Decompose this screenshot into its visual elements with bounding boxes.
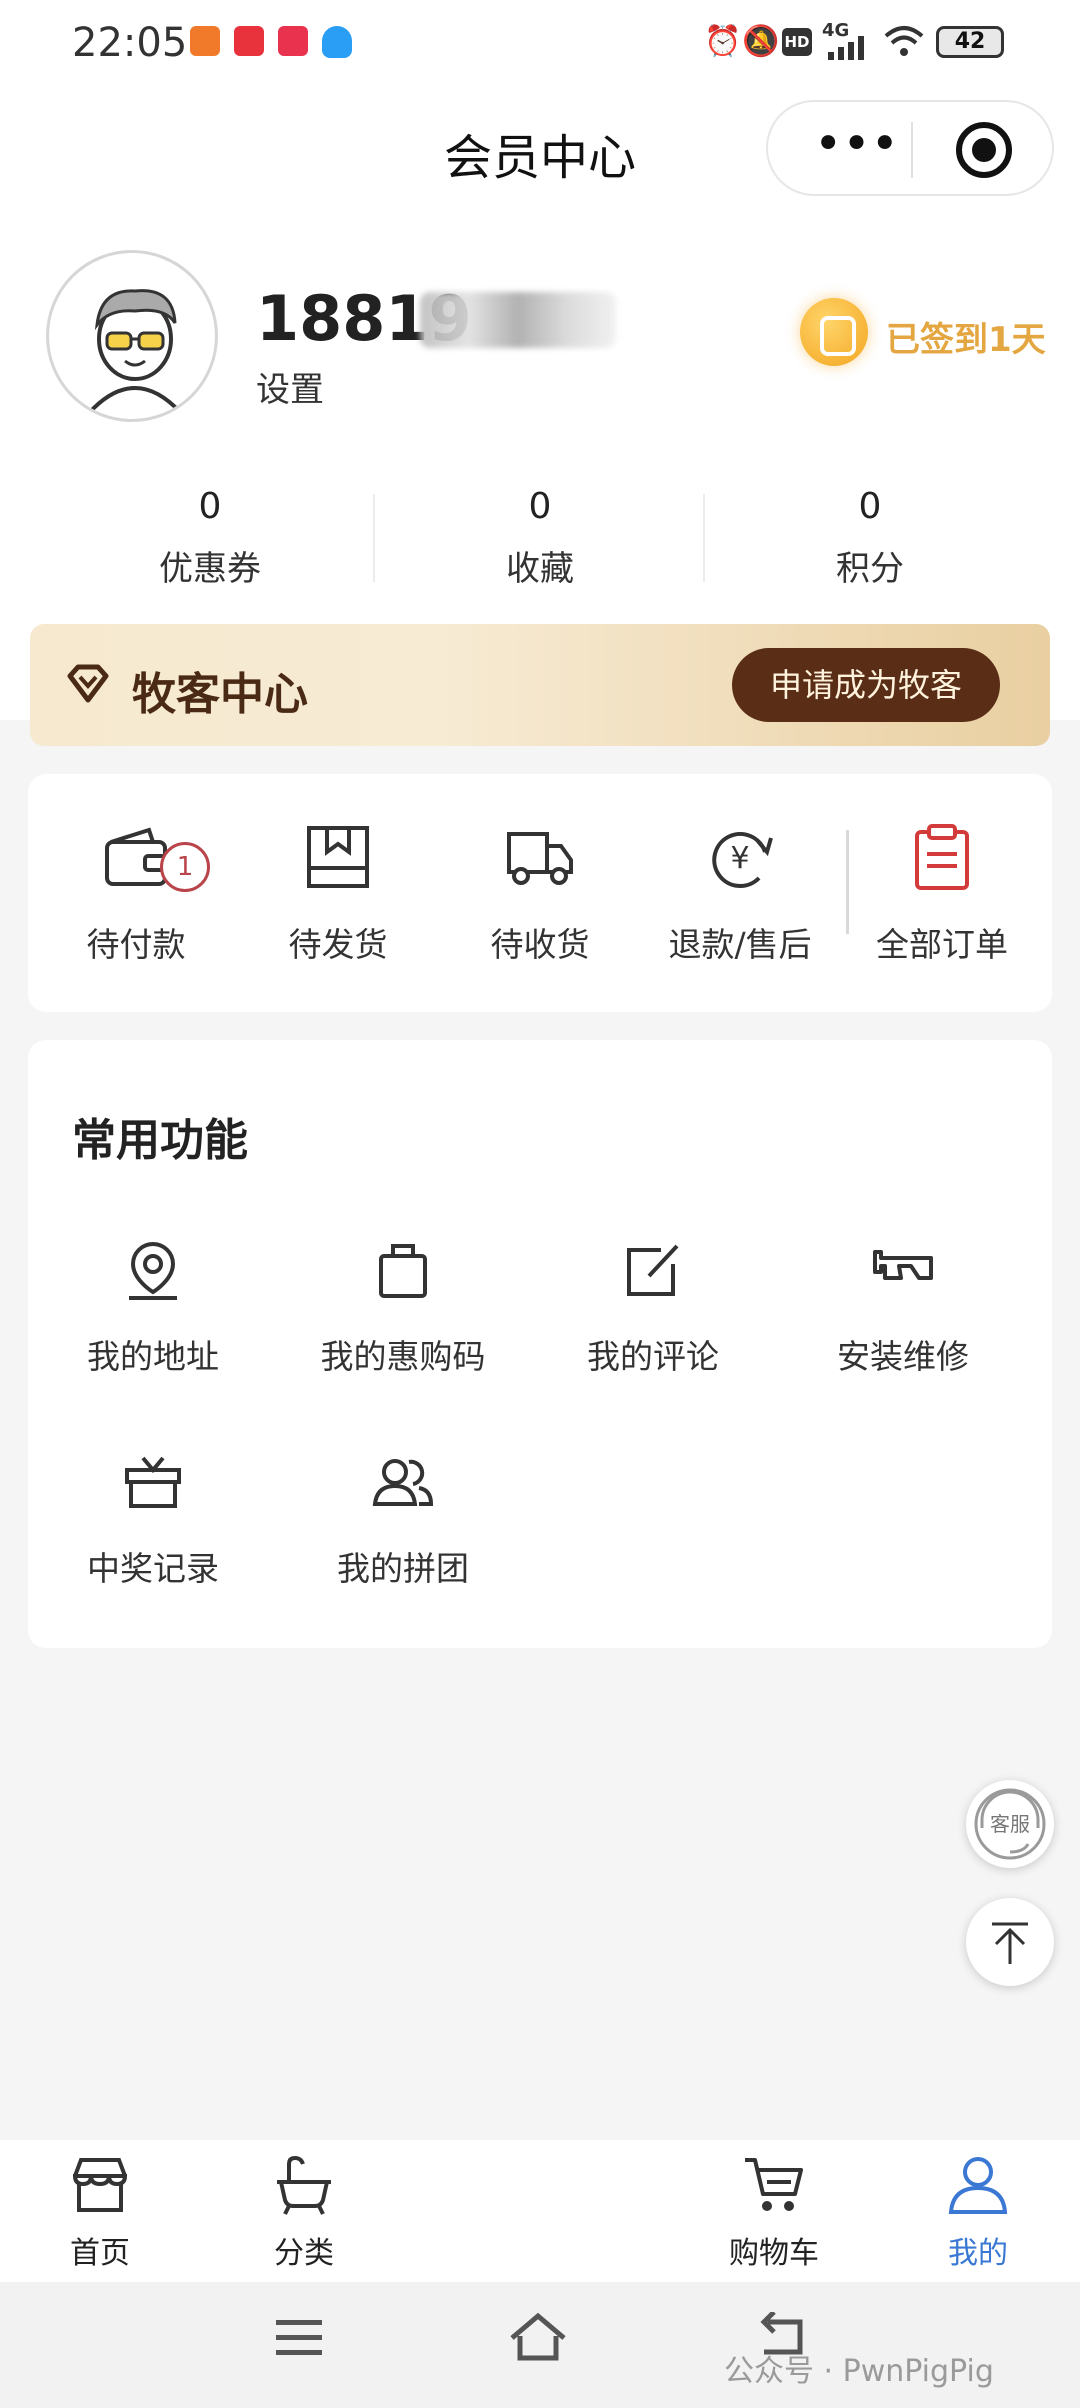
order-all[interactable]: 全部订单 [842, 822, 1042, 966]
phone-mask [420, 292, 616, 348]
functions-card: 常用功能 我的地址 我的惠购码 我的评论 安装维修 中奖记录 我的拼团 [28, 1040, 1052, 1648]
back-to-top-icon [992, 1922, 1028, 1964]
order-label: 全部订单 [876, 925, 1008, 964]
order-pending-payment[interactable]: 待付款 1 [36, 822, 236, 966]
tab-category[interactable]: 分类 [224, 2154, 384, 2272]
unread-badge: 1 [160, 842, 210, 892]
stat-value: 0 [858, 486, 882, 527]
stat-label: 收藏 [506, 549, 574, 589]
func-prize-records[interactable]: 中奖记录 [28, 1450, 278, 1590]
battery-indicator: 42 [936, 26, 1004, 58]
avatar-illustration-icon [87, 289, 183, 415]
home-icon[interactable] [508, 2312, 568, 2362]
func-my-reviews[interactable]: 我的评论 [528, 1238, 778, 1378]
order-label: 待发货 [288, 925, 388, 964]
menu-icon[interactable] [274, 2316, 324, 2360]
app-notification-icon [234, 26, 264, 56]
signal-icon [828, 36, 864, 60]
func-label: 我的地址 [87, 1337, 219, 1376]
func-label: 我的拼团 [337, 1549, 469, 1588]
status-time: 22:05 [72, 20, 188, 66]
capsule-divider [911, 122, 913, 178]
app-notification-icon [278, 26, 308, 56]
cart-icon [745, 2158, 803, 2211]
miniprogram-capsule: ••• [766, 100, 1054, 196]
tab-cart[interactable]: 购物车 [694, 2154, 854, 2272]
shopping-bag-icon [379, 1244, 427, 1298]
clipboard-icon [915, 824, 969, 890]
func-my-code[interactable]: 我的惠购码 [278, 1238, 528, 1378]
avatar[interactable] [46, 250, 218, 422]
settings-link[interactable]: 设置 [256, 362, 324, 411]
group-icon [372, 1459, 434, 1506]
checkin-status[interactable]: 已签到1天 [886, 312, 1046, 361]
diamond-icon [67, 664, 109, 703]
tool-icon [873, 1250, 933, 1280]
func-my-address[interactable]: 我的地址 [28, 1238, 278, 1378]
order-label: 待付款 [86, 925, 186, 964]
location-icon [129, 1241, 177, 1300]
truck-icon [507, 832, 573, 885]
wifi-icon [884, 26, 924, 56]
svg-text:¥: ¥ [730, 841, 749, 876]
tab-label: 首页 [70, 2236, 130, 2271]
hd-icon: HD [782, 28, 812, 56]
target-icon[interactable] [956, 122, 1012, 178]
apply-shepherd-button[interactable]: 申请成为牧客 [732, 648, 1000, 722]
wallet-icon [105, 827, 167, 886]
order-label: 待收货 [490, 925, 590, 964]
watermark: 公众号 · PwnPigPig [724, 2354, 994, 2389]
tab-label: 分类 [274, 2236, 334, 2271]
func-label: 我的惠购码 [320, 1337, 486, 1376]
refund-icon: ¥ [712, 832, 773, 888]
func-label: 安装维修 [837, 1337, 969, 1376]
func-label: 中奖记录 [87, 1549, 219, 1588]
tab-label: 我的 [948, 2236, 1008, 2271]
banner-title: 牧客中心 [132, 669, 308, 720]
stat-favorites[interactable]: 0 收藏 [375, 486, 705, 590]
stat-value: 0 [198, 486, 222, 527]
coin-icon [800, 298, 868, 366]
stat-points[interactable]: 0 积分 [705, 486, 1035, 590]
functions-title: 常用功能 [72, 1115, 248, 1166]
bottom-tabbar: 首页 分类 购物车 我的 [0, 2140, 1080, 2282]
box-icon [307, 826, 369, 888]
order-refund[interactable]: ¥ 退款/售后 [640, 822, 840, 966]
customer-service-label: 客服 [990, 1812, 1030, 1836]
func-group-buy[interactable]: 我的拼团 [278, 1450, 528, 1590]
customer-service-button[interactable]: 客服 [966, 1780, 1054, 1868]
shepherd-banner: 牧客中心 申请成为牧客 [30, 624, 1050, 746]
tab-label: 购物车 [729, 2236, 819, 2271]
bathtub-icon [277, 2155, 331, 2215]
alarm-icon: ⏰ [704, 24, 742, 59]
tab-home[interactable]: 首页 [20, 2154, 180, 2272]
mute-icon: 🔕 [742, 24, 780, 59]
order-label: 退款/售后 [668, 925, 812, 964]
store-icon [72, 2158, 128, 2212]
func-label: 我的评论 [587, 1337, 719, 1376]
gift-icon [125, 1456, 181, 1508]
user-icon [948, 2157, 1008, 2214]
app-notification-icon [190, 26, 220, 56]
stat-label: 优惠券 [159, 549, 261, 589]
tab-mine[interactable]: 我的 [898, 2154, 1058, 2272]
qq-icon [322, 26, 352, 58]
back-to-top-button[interactable] [966, 1898, 1054, 1986]
orders-card: 待付款 1 待发货 待收货 ¥ 退款/售后 全部订单 [28, 774, 1052, 1012]
order-to-ship[interactable]: 待发货 [238, 822, 438, 966]
func-installation[interactable]: 安装维修 [778, 1238, 1028, 1378]
stat-value: 0 [528, 486, 552, 527]
stat-label: 积分 [836, 549, 904, 589]
edit-icon [627, 1244, 679, 1296]
more-dots-icon[interactable]: ••• [814, 120, 899, 174]
order-to-receive[interactable]: 待收货 [440, 822, 640, 966]
stat-coupons[interactable]: 0 优惠券 [45, 486, 375, 590]
